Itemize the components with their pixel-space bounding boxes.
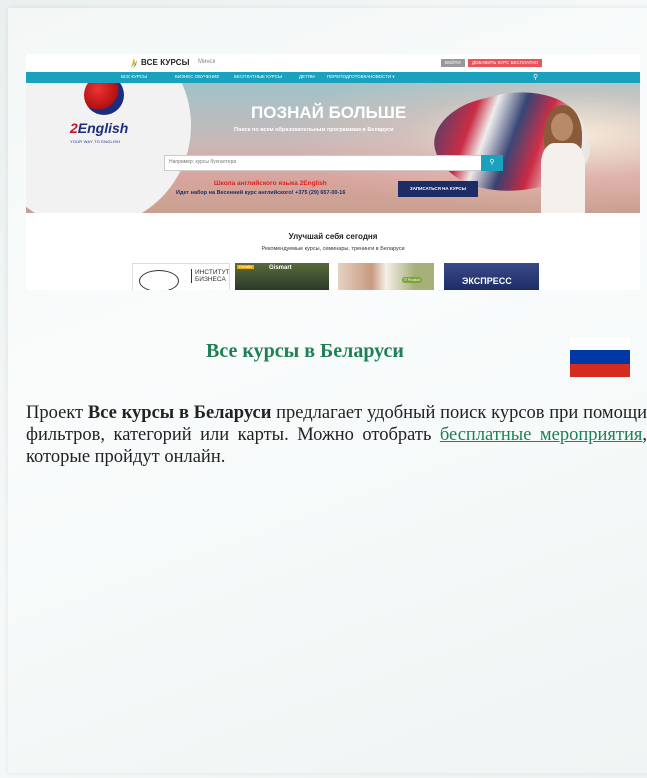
login-button[interactable]: ВОЙТИ — [441, 59, 465, 67]
course-card-label: ЭКСПРЕСС — [462, 276, 512, 286]
search-input[interactable]: Например: курсы бухгалтера — [164, 155, 482, 171]
nav-item-free[interactable]: БЕСПЛАТНЫЕ КУРСЫ — [234, 74, 282, 79]
online-badge: Онлайн — [237, 265, 254, 269]
hero-banner: 2English YOUR WAY TO ENGLISH ПОЗНАЙ БОЛЬ… — [26, 83, 640, 213]
course-card-label: IT Product — [402, 277, 423, 283]
course-card-it-product[interactable]: IT Product — [338, 263, 434, 290]
nav-item-retraining[interactable]: ПЕРЕПОДГОТОВКА — [327, 74, 369, 79]
promo-line-2: Идет набор на Весенний курс английского!… — [176, 190, 346, 196]
nav-item-news[interactable]: НОВОСТИ ▾ — [369, 74, 395, 80]
course-card-express[interactable]: ЭКСПРЕСС — [444, 263, 539, 290]
signup-button[interactable]: ЗАПИСАТЬСЯ НА КУРСЫ — [398, 181, 478, 197]
section-subtitle: Рекомендуемые курсы, семинары, тренинги … — [261, 246, 405, 252]
site-nav: ВСЕ КУРСЫ БИЗНЕС ОБУЧЕНИЕ БЕСПЛАТНЫЕ КУР… — [26, 72, 640, 83]
course-card-institute[interactable]: ИНСТИТУТ БИЗНЕСА — [132, 263, 230, 290]
article-headline: Все курсы в Беларуси — [206, 340, 404, 362]
leaf-logo-icon — [131, 58, 137, 68]
advertiser-brand: 2English — [70, 120, 129, 136]
nav-item-business[interactable]: БИЗНЕС ОБУЧЕНИЕ — [175, 74, 219, 79]
site-header: ВСЕ КУРСЫ Минск ВОЙТИ ДОБАВИТЬ КУРС БЕСП… — [26, 54, 640, 72]
free-events-link[interactable]: бесплатные мероприятия — [440, 425, 643, 445]
project-name: Все курсы в Беларуси — [87, 403, 272, 423]
promo-line-1: Школа английского языка 2English — [214, 180, 327, 187]
search-placeholder: Например: курсы бухгалтера — [169, 159, 237, 165]
nav-item-kids[interactable]: ДЕТЯМ — [299, 74, 315, 79]
globe-icon — [139, 270, 179, 290]
website-screenshot: ВСЕ КУРСЫ Минск ВОЙТИ ДОБАВИТЬ КУРС БЕСП… — [26, 54, 640, 290]
city-selector[interactable]: Минск — [198, 59, 215, 65]
article-body: Проект Все курсы в Беларуси предлагает у… — [26, 403, 647, 467]
section-title: Улучшай себя сегодня — [288, 232, 378, 241]
search-icon[interactable]: ⚲ — [533, 73, 538, 81]
hero-title: ПОЗНАЙ БОЛЬШЕ — [251, 103, 407, 122]
nav-item-all[interactable]: ВСЕ КУРСЫ — [121, 74, 147, 79]
search-button[interactable]: ⚲ — [481, 155, 503, 171]
course-card-label: Gismart — [269, 265, 292, 271]
advertiser-tagline: YOUR WAY TO ENGLISH — [70, 139, 121, 144]
course-card-gismart[interactable]: Онлайн Gismart — [235, 263, 329, 290]
russian-flag-icon[interactable] — [570, 337, 630, 377]
add-course-button[interactable]: ДОБАВИТЬ КУРС БЕСПЛАТНО — [468, 59, 543, 67]
site-name[interactable]: ВСЕ КУРСЫ — [141, 58, 190, 67]
hero-subtitle: Поиск по всем образовательным программам… — [234, 127, 394, 133]
